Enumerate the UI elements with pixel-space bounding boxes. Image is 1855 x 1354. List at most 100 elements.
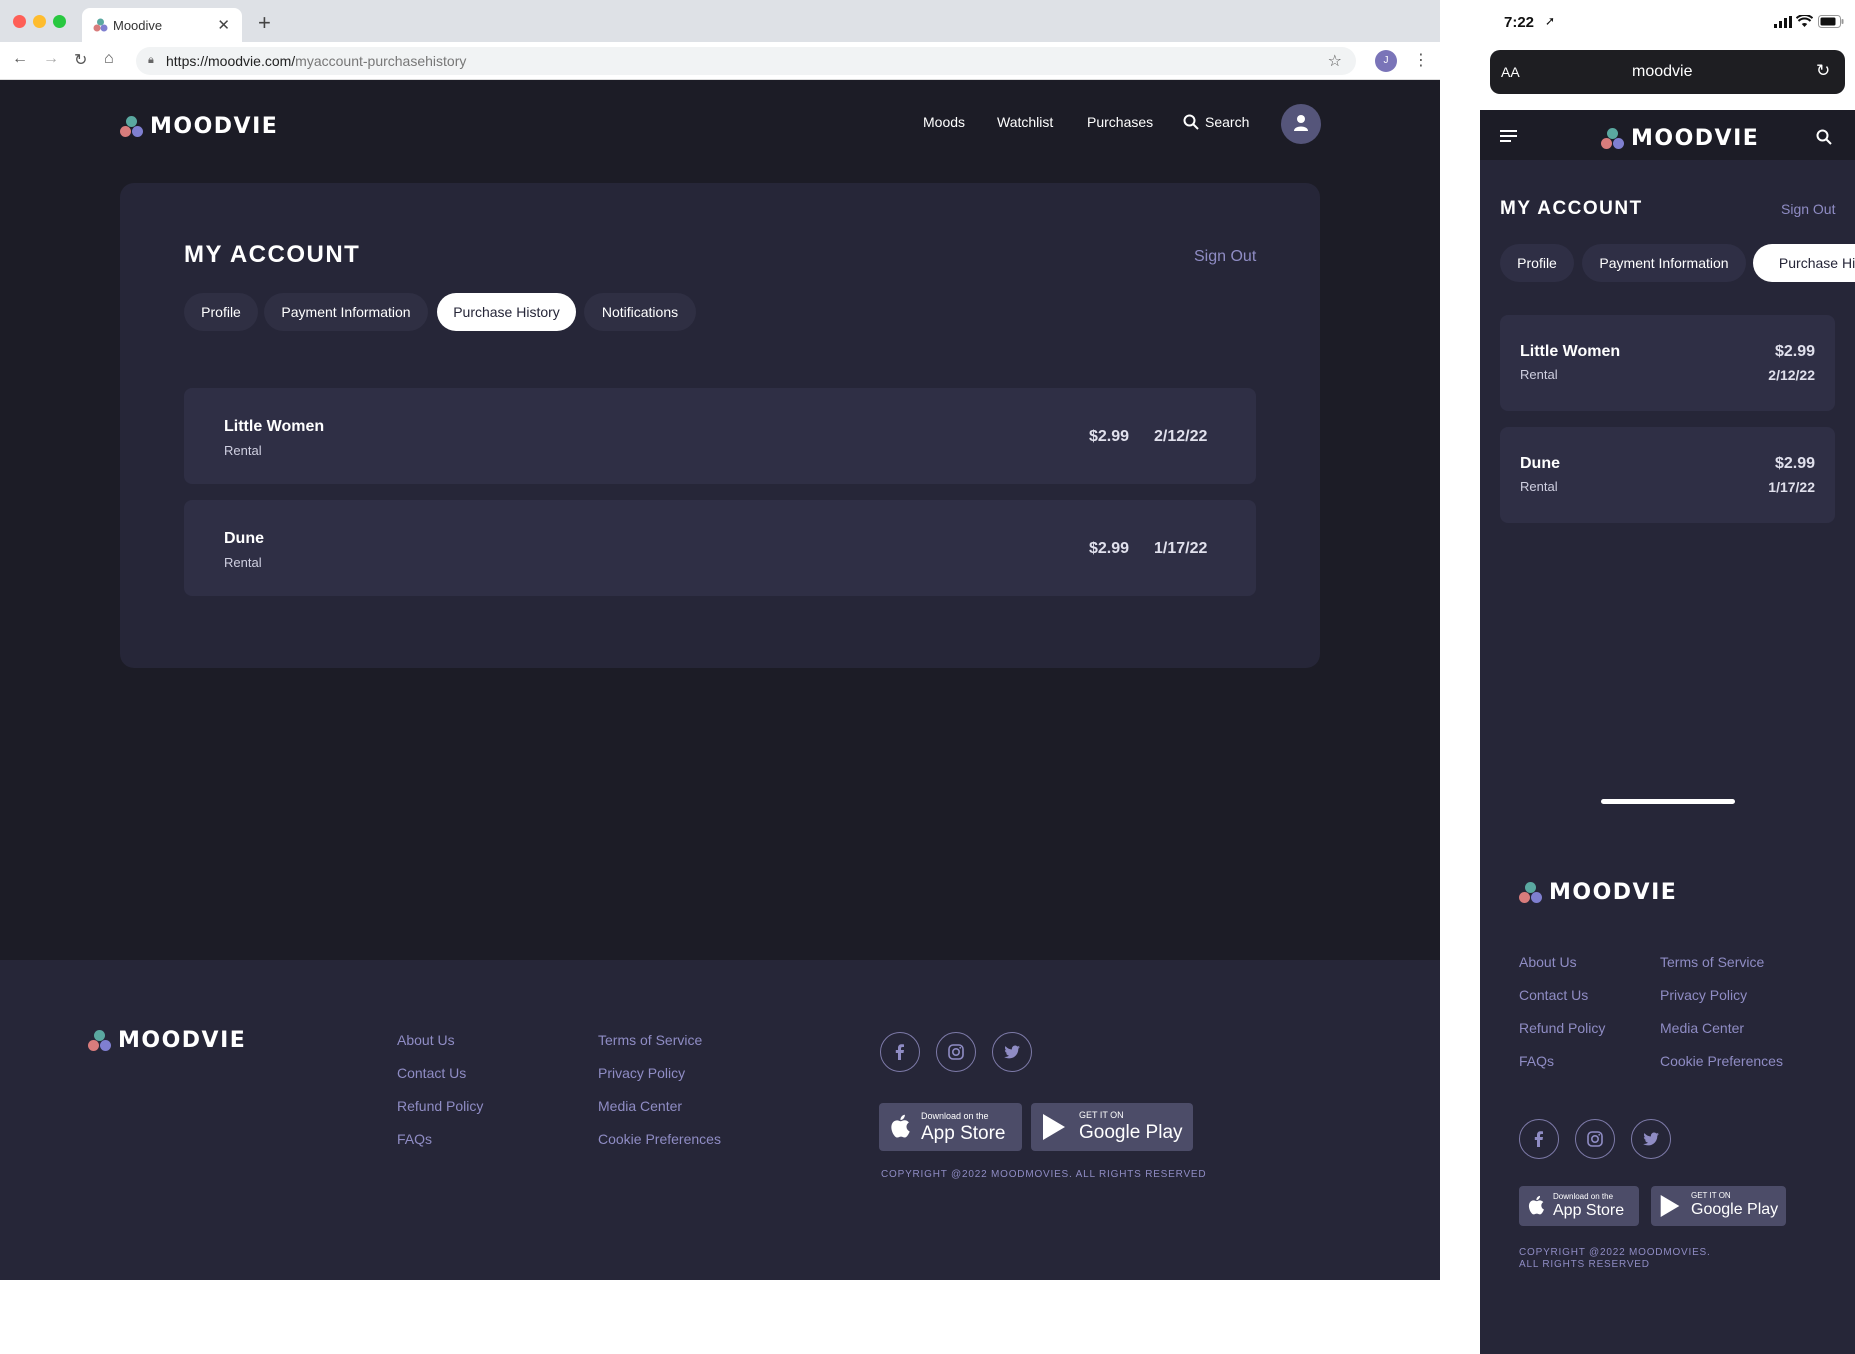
footer-logo[interactable]: MOODVIE [1519,880,1677,905]
app-store-big-text: App Store [1553,1202,1625,1219]
text-size-button[interactable]: AA [1501,64,1520,80]
google-play-badge[interactable]: GET IT ON Google Play [1651,1186,1786,1226]
footer-link-faqs[interactable]: FAQs [397,1131,432,1147]
location-arrow-icon: ➚ [1545,14,1556,28]
tab-profile[interactable]: Profile [184,293,258,331]
twitter-icon [1004,1045,1020,1059]
twitter-button[interactable] [1631,1119,1671,1159]
instagram-button[interactable] [936,1032,976,1072]
site-logo[interactable]: MOODVIE [120,114,278,139]
facebook-button[interactable] [1519,1119,1559,1159]
purchase-title: Dune [224,530,264,547]
purchase-row[interactable]: Little Women Rental $2.99 2/12/22 [1500,315,1835,411]
sign-out-link[interactable]: Sign Out [1194,248,1256,266]
facebook-button[interactable] [880,1032,920,1072]
minimize-window-button[interactable] [33,15,46,28]
footer-link-about[interactable]: About Us [397,1032,455,1048]
home-icon[interactable]: ⌂ [104,50,114,68]
user-avatar-button[interactable] [1281,104,1321,144]
footer-link-cookies[interactable]: Cookie Preferences [1660,1053,1783,1069]
nav-watchlist[interactable]: Watchlist [997,114,1053,130]
footer-link-privacy[interactable]: Privacy Policy [1660,987,1747,1003]
tab-title: Moodive [113,18,163,33]
footer-link-faqs[interactable]: FAQs [1519,1053,1554,1069]
app-store-big-text: App Store [921,1123,1006,1144]
google-play-small-text: GET IT ON [1691,1191,1731,1200]
logo-mark-icon [120,115,144,138]
google-play-big-text: Google Play [1691,1201,1779,1218]
copyright-text: COPYRIGHT @2022 MOODMOVIES. ALL RIGHTS R… [881,1169,1207,1180]
logo-mark-icon [1519,881,1543,904]
footer-link-refund[interactable]: Refund Policy [1519,1020,1605,1036]
close-window-button[interactable] [13,15,26,28]
purchase-price: $2.99 [1774,343,1815,360]
desktop-browser-window: Moodive ✕ + ← → ↻ ⌂ 🔒︎ https://moodvie.c… [0,0,1440,1280]
footer-link-media[interactable]: Media Center [598,1098,682,1114]
purchase-row[interactable]: Little Women Rental $2.99 2/12/22 [184,388,1256,484]
tab-profile[interactable]: Profile [1500,244,1574,282]
tab-payment-information[interactable]: Payment Information [1582,244,1746,282]
tab-purchase-history[interactable]: Purchase History [437,293,576,331]
footer-link-refund[interactable]: Refund Policy [397,1098,483,1114]
tab-payment-information[interactable]: Payment Information [264,293,428,331]
mobile-address-text: moodvie [1632,63,1693,80]
maximize-window-button[interactable] [53,15,66,28]
google-play-icon [1043,1114,1065,1140]
purchase-type: Rental [1520,479,1558,494]
mobile-account-panel: MY ACCOUNT Sign Out Profile Payment Info… [1480,160,1855,820]
browser-profile-avatar[interactable]: J [1375,50,1397,72]
footer-link-terms[interactable]: Terms of Service [1660,954,1764,970]
purchase-row[interactable]: Dune Rental $2.99 1/17/22 [184,500,1256,596]
logo-text: MOODVIE [1631,126,1760,151]
twitter-icon [1643,1132,1659,1146]
browser-tab[interactable]: Moodive ✕ [82,8,242,42]
footer-link-contact[interactable]: Contact Us [397,1065,466,1081]
cellular-signal-icon [1774,16,1792,28]
mobile-address-bar[interactable]: AA moodvie ↻ [1490,50,1845,94]
forward-icon[interactable]: → [43,50,59,68]
google-play-badge[interactable]: GET IT ON Google Play [1031,1103,1193,1151]
nav-purchases[interactable]: Purchases [1087,114,1153,130]
google-play-big-text: Google Play [1079,1122,1183,1143]
mobile-browser: 7:22 ➚ AA moodvie ↻ MOODVIE MY ACCOUNT S… [1480,0,1855,1354]
new-tab-icon[interactable]: + [258,10,271,36]
purchase-date: 1/17/22 [1154,540,1208,557]
sign-out-link[interactable]: Sign Out [1781,201,1835,217]
url-path: myaccount-purchasehistory [295,53,467,69]
reload-icon[interactable]: ↻ [1816,61,1830,81]
instagram-button[interactable] [1575,1119,1615,1159]
battery-icon [1818,15,1844,28]
nav-moods[interactable]: Moods [923,114,965,130]
purchase-row[interactable]: Dune Rental $2.99 1/17/22 [1500,427,1835,523]
footer-link-cookies[interactable]: Cookie Preferences [598,1131,721,1147]
home-indicator [1601,799,1735,804]
bookmark-star-icon[interactable]: ☆ [1328,51,1342,71]
app-store-badge[interactable]: Download on the App Store [879,1103,1022,1151]
purchase-date: 2/12/22 [1768,367,1815,383]
close-tab-icon[interactable]: ✕ [217,16,230,34]
address-bar[interactable]: 🔒︎ https://moodvie.com/myaccount-purchas… [136,47,1356,75]
apple-icon [1528,1195,1544,1215]
footer-link-media[interactable]: Media Center [1660,1020,1744,1036]
copyright-line-2: ALL RIGHTS RESERVED [1519,1259,1650,1270]
footer-link-privacy[interactable]: Privacy Policy [598,1065,685,1081]
back-icon[interactable]: ← [12,50,28,68]
nav-search-label: Search [1205,114,1250,130]
hamburger-menu-icon[interactable] [1500,130,1517,143]
page-title: MY ACCOUNT [1500,198,1643,219]
mobile-site-logo[interactable]: MOODVIE [1601,126,1759,151]
footer-link-about[interactable]: About Us [1519,954,1577,970]
facebook-icon [895,1044,904,1060]
tab-purchase-history[interactable]: Purchase Hist [1753,244,1855,282]
search-icon[interactable] [1816,129,1832,145]
footer-link-terms[interactable]: Terms of Service [598,1032,702,1048]
browser-menu-icon[interactable]: ⋮ [1413,50,1429,70]
twitter-button[interactable] [992,1032,1032,1072]
nav-search[interactable]: Search [1183,114,1249,130]
reload-icon[interactable]: ↻ [74,50,87,70]
footer-logo[interactable]: MOODVIE [88,1028,246,1053]
google-play-small-text: GET IT ON [1079,1110,1124,1120]
app-store-badge[interactable]: Download on the App Store [1519,1186,1639,1226]
footer-link-contact[interactable]: Contact Us [1519,987,1588,1003]
tab-notifications[interactable]: Notifications [584,293,696,331]
